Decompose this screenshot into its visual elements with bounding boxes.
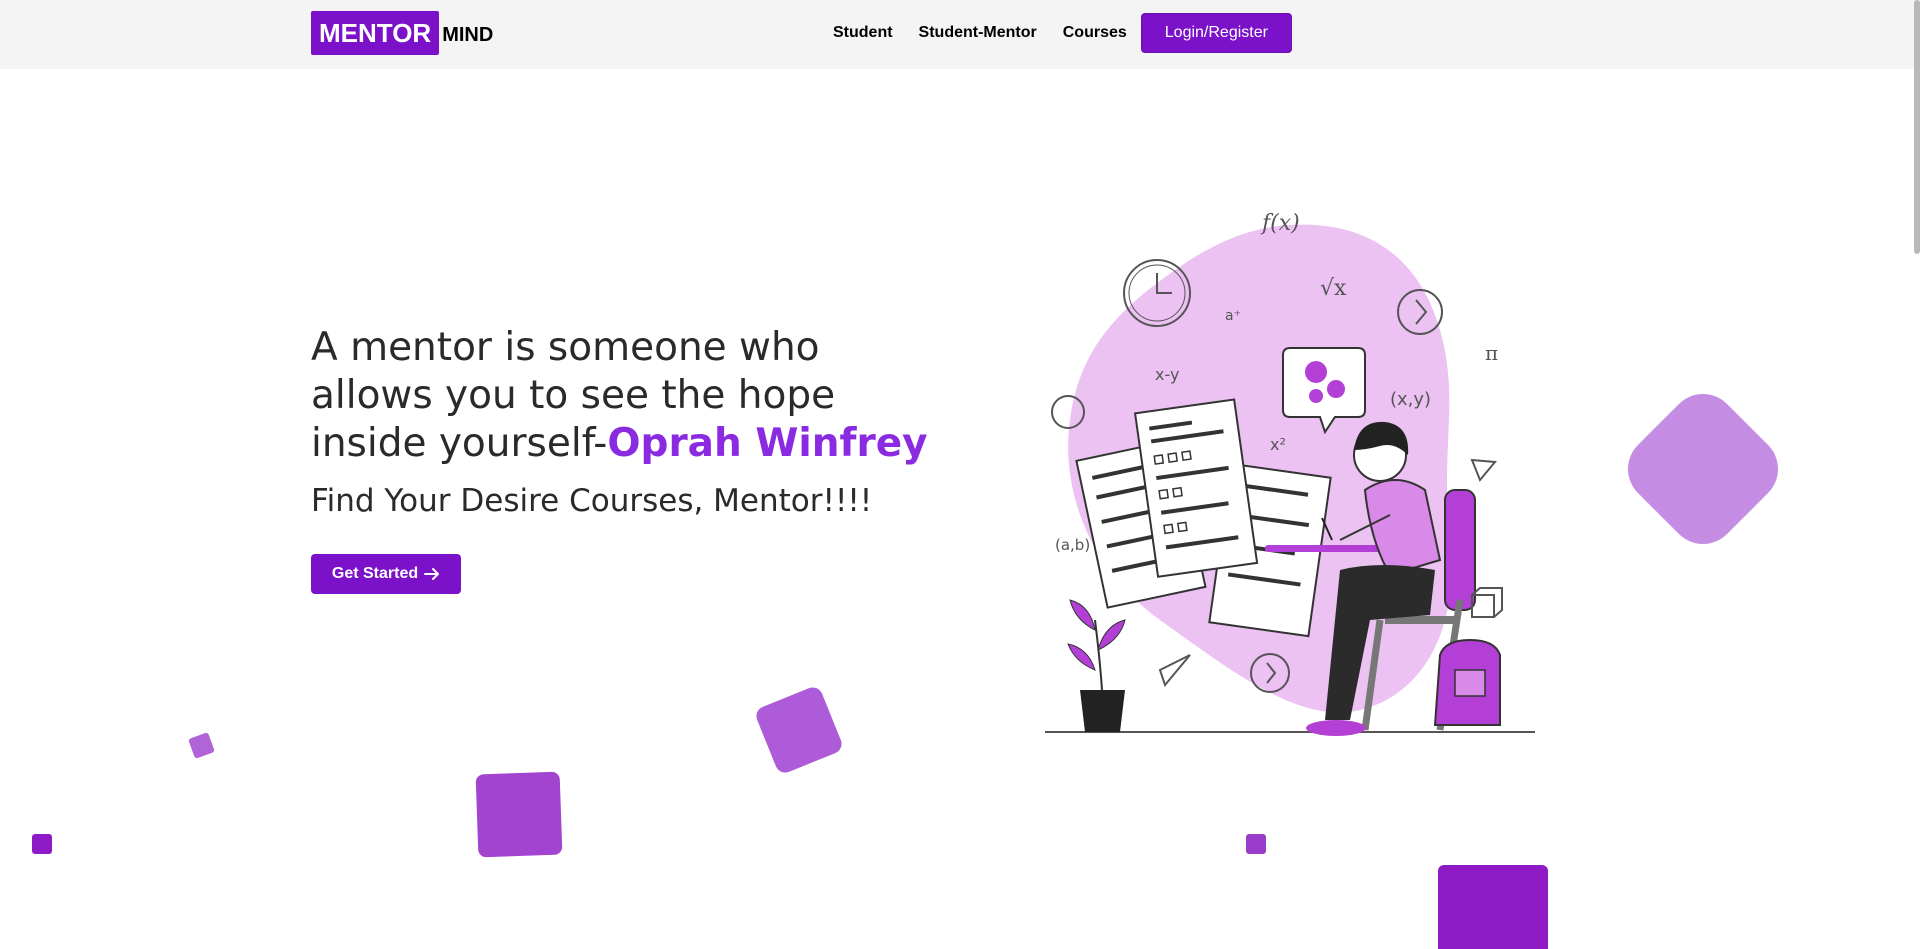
- decorative-square: [1438, 865, 1548, 949]
- svg-text:(a,b): (a,b): [1055, 536, 1090, 554]
- hero-subtitle: Find Your Desire Courses, Mentor!!!!: [311, 483, 873, 519]
- decorative-square: [188, 732, 215, 759]
- svg-text:π: π: [1485, 341, 1498, 365]
- nav-student[interactable]: Student: [833, 24, 893, 42]
- get-started-label: Get Started: [331, 565, 419, 582]
- navbar: MENTOR MIND Student Student-Mentor Cours…: [0, 0, 1920, 69]
- decorative-square: [1613, 379, 1793, 559]
- hero-quote: A mentor is someone who allows you to se…: [311, 324, 951, 468]
- logo-text: MIND: [442, 24, 494, 46]
- scrollbar-thumb[interactable]: [1914, 0, 1920, 254]
- svg-text:x²: x²: [1270, 435, 1286, 454]
- logo-mark: MENTOR: [311, 11, 440, 55]
- svg-text:a⁺: a⁺: [1225, 308, 1241, 324]
- svg-text:f(x): f(x): [1260, 211, 1300, 236]
- logo[interactable]: MENTOR MIND: [311, 11, 493, 55]
- login-register-button[interactable]: Login/Register: [1140, 13, 1292, 53]
- nav-menu: Student Student-Mentor Courses Login/Reg…: [820, 13, 1292, 53]
- svg-text:√x: √x: [1320, 276, 1347, 301]
- svg-text:(x,y): (x,y): [1390, 389, 1431, 410]
- nav-student-mentor[interactable]: Student-Mentor: [919, 24, 1037, 42]
- nav-courses[interactable]: Courses: [1063, 24, 1127, 42]
- arrow-right-icon: [424, 568, 440, 580]
- decorative-square: [753, 684, 845, 776]
- decorative-square: [1246, 834, 1266, 854]
- decorative-square: [32, 834, 52, 854]
- get-started-button[interactable]: Get Started: [311, 554, 461, 594]
- svg-text:x-y: x-y: [1155, 365, 1179, 384]
- student-studying-illustration: f(x) √x x-y a⁺ (x,y) x² (a,b) π: [1045, 211, 1535, 736]
- hero-quote-author: Oprah Winfrey: [607, 421, 928, 466]
- decorative-square: [475, 771, 563, 858]
